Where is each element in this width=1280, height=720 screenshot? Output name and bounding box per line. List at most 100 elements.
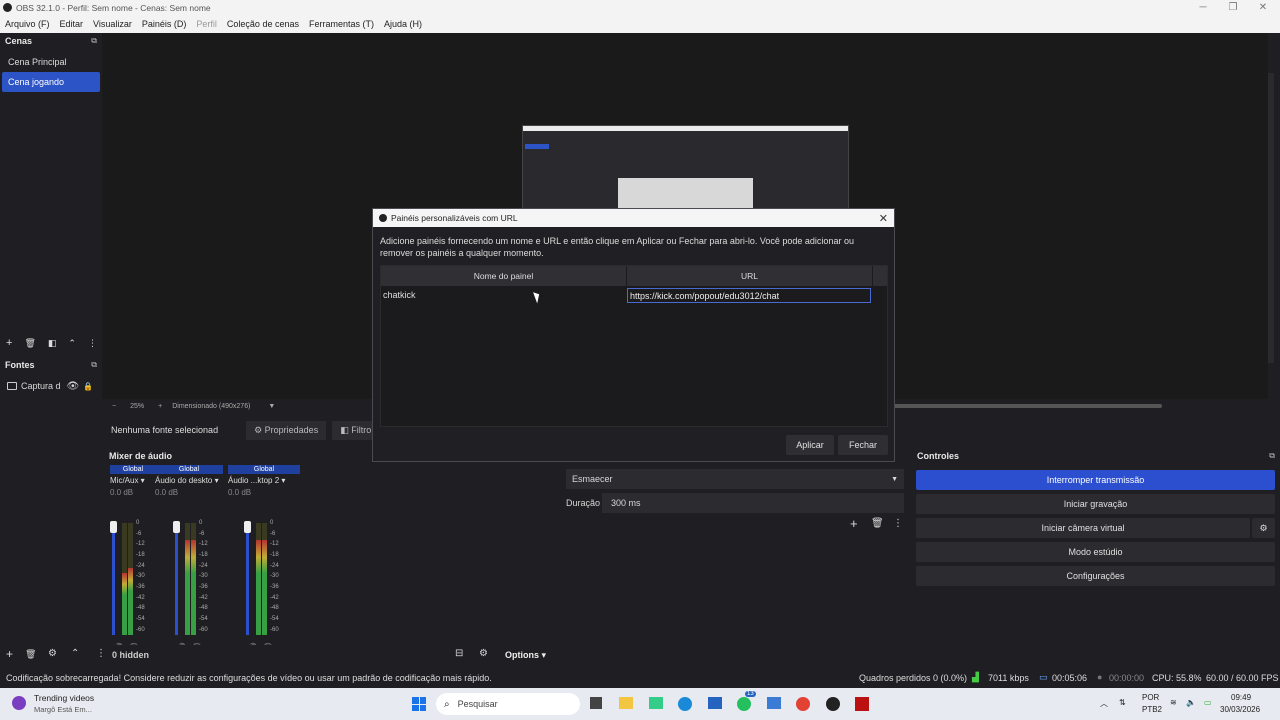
menu-tools[interactable]: Ferramentas (T) (304, 19, 379, 29)
column-header-url[interactable]: URL (627, 266, 872, 286)
undock-icon[interactable]: ⧉ (1269, 451, 1275, 461)
menu-docks[interactable]: Painéis (D) (137, 19, 192, 29)
more-icon[interactable]: ⋮ (88, 338, 97, 349)
no-source-label: Nenhuma fonte selecionad (111, 425, 219, 435)
preview-hscrollbar[interactable] (892, 404, 1162, 408)
dimension-dropdown-icon[interactable]: ▼ (268, 403, 275, 410)
taskbar-search[interactable]: ⌕ Pesquisar (436, 693, 580, 715)
dialog-description: Adicione painéis fornecendo um nome e UR… (380, 236, 854, 258)
edge-icon[interactable] (678, 697, 692, 711)
task-view-icon[interactable] (590, 697, 602, 709)
mail-icon[interactable] (767, 697, 781, 709)
volume-slider-handle[interactable] (244, 521, 251, 533)
channel-db: 0.0 dB (155, 488, 179, 497)
obs-logo-icon (379, 214, 387, 222)
network-tray-icon[interactable]: ⇅ (1119, 698, 1126, 707)
properties-button[interactable]: ⚙ Propriedades (246, 420, 327, 440)
add-scene-icon[interactable]: + (6, 337, 12, 349)
channel-db: 0.0 dB (110, 488, 134, 497)
undock-icon[interactable]: ⧉ (91, 360, 97, 370)
wifi-icon[interactable]: ≋ (1170, 698, 1177, 707)
channel-name[interactable]: Áudio do deskto ▾ (155, 474, 223, 488)
app-icon-red[interactable] (855, 697, 869, 711)
scene-item-principal[interactable]: Cena Principal (2, 52, 100, 72)
hidden-count: 0 hidden (112, 650, 150, 660)
options-button[interactable]: Options ▾ (505, 650, 546, 661)
move-up-icon[interactable]: ⌃ (71, 648, 79, 659)
add-source-icon[interactable]: + (6, 647, 13, 661)
menu-view[interactable]: Visualizar (88, 19, 137, 29)
volume-slider[interactable] (246, 523, 249, 635)
undock-icon[interactable]: ⧉ (91, 36, 97, 46)
minimize-icon[interactable]: ─ (1186, 0, 1220, 15)
menu-bar: Arquivo (F) Editar Visualizar Painéis (D… (0, 15, 1280, 33)
remove-source-icon[interactable]: 🗑 (25, 649, 36, 660)
store-icon[interactable] (649, 697, 663, 709)
scene-item-jogando[interactable]: Cena jogando (2, 72, 100, 92)
menu-help[interactable]: Ajuda (H) (379, 19, 427, 29)
menu-scene-collection[interactable]: Coleção de cenas (222, 19, 304, 29)
channel-name[interactable]: Áudio ...ktop 2 ▾ (228, 474, 300, 488)
windows-start-icon[interactable] (412, 697, 426, 711)
menu-file[interactable]: Arquivo (F) (0, 19, 55, 29)
menu-edit[interactable]: Editar (55, 19, 89, 29)
mixer-toolbar: + 🗑 ⚙ ⌃ ⋮ 0 hidden ⊟ ⚙ Options ▾ (0, 645, 560, 665)
lock-icon[interactable]: 🔒 (83, 382, 93, 391)
start-virtual-camera-button[interactable]: Iniciar câmera virtual (916, 518, 1250, 538)
volume-slider[interactable] (112, 523, 115, 635)
widget-title[interactable]: Trending videos (34, 693, 94, 703)
more-icon[interactable]: ⋮ (96, 648, 106, 659)
sources-dock-title: Fontes ⧉ (5, 360, 97, 370)
volume-slider[interactable] (175, 523, 178, 635)
keyboard-layout[interactable]: PTB2 (1142, 705, 1162, 714)
language-code[interactable]: POR (1142, 693, 1159, 702)
clock-time[interactable]: 09:49 (1231, 693, 1251, 702)
whatsapp-icon[interactable] (737, 697, 751, 711)
source-item[interactable]: Captura d 👁 🔒 (0, 376, 102, 396)
advanced-audio-icon[interactable]: ⚙ (479, 648, 488, 659)
volume-slider-handle[interactable] (173, 521, 180, 533)
duration-input[interactable]: 300 ms (602, 493, 904, 513)
virtual-camera-settings-icon[interactable]: ⚙ (1252, 518, 1275, 538)
remove-transition-icon[interactable]: 🗑 (871, 518, 884, 529)
battery-icon[interactable]: ▭ (1204, 698, 1212, 707)
remove-scene-icon[interactable]: 🗑 (24, 338, 35, 349)
transition-select[interactable]: Esmaecer ▼ (566, 469, 904, 489)
column-header-name[interactable]: Nome do painel (381, 266, 626, 286)
bitrate: 7011 kbps (988, 673, 1029, 683)
close-window-icon[interactable]: ✕ (1246, 0, 1280, 15)
maximize-icon[interactable]: ❐ (1216, 0, 1250, 15)
apply-button[interactable]: Aplicar (786, 435, 834, 455)
layout-icon[interactable]: ⊟ (455, 648, 463, 659)
clock-date[interactable]: 30/03/2026 (1220, 705, 1260, 714)
stop-stream-button[interactable]: Interromper transmissão (916, 470, 1275, 490)
move-up-icon[interactable]: ⌃ (68, 338, 76, 349)
meter-scale-label: -36 (136, 584, 145, 590)
table-row-url-input[interactable]: https://kick.com/popout/edu3012/chat (627, 288, 871, 303)
volume-slider-handle[interactable] (110, 521, 117, 533)
start-recording-button[interactable]: Iniciar gravação (916, 494, 1275, 514)
chrome-icon[interactable] (796, 697, 810, 711)
app-icon[interactable] (708, 697, 722, 709)
settings-button[interactable]: Configurações (916, 566, 1275, 586)
widget-icon[interactable] (12, 696, 26, 710)
channel-name[interactable]: Mic/Aux ▾ (110, 474, 156, 488)
settings-icon[interactable]: ⚙ (48, 648, 57, 659)
widget-subtitle: Margô Está Em... (34, 705, 92, 714)
file-explorer-icon[interactable] (619, 697, 633, 709)
tray-chevron-icon[interactable]: ︿ (1100, 698, 1108, 709)
zoom-in-icon[interactable]: + (158, 403, 162, 410)
volume-icon[interactable]: 🔈 (1186, 698, 1196, 707)
menu-profile[interactable]: Perfil (191, 19, 222, 29)
eye-icon[interactable]: 👁 (67, 381, 80, 392)
close-icon[interactable]: ✕ (879, 212, 888, 225)
zoom-out-icon[interactable]: − (112, 403, 116, 410)
table-row-name[interactable]: chatkick (383, 290, 623, 300)
stream-time: 00:05:06 (1052, 673, 1088, 683)
scene-filters-icon[interactable]: ◧ (48, 338, 57, 349)
obs-taskbar-icon[interactable] (826, 697, 840, 711)
more-icon[interactable]: ⋮ (893, 518, 903, 529)
add-transition-icon[interactable]: + (850, 516, 858, 531)
studio-mode-button[interactable]: Modo estúdio (916, 542, 1275, 562)
close-button[interactable]: Fechar (838, 435, 888, 455)
